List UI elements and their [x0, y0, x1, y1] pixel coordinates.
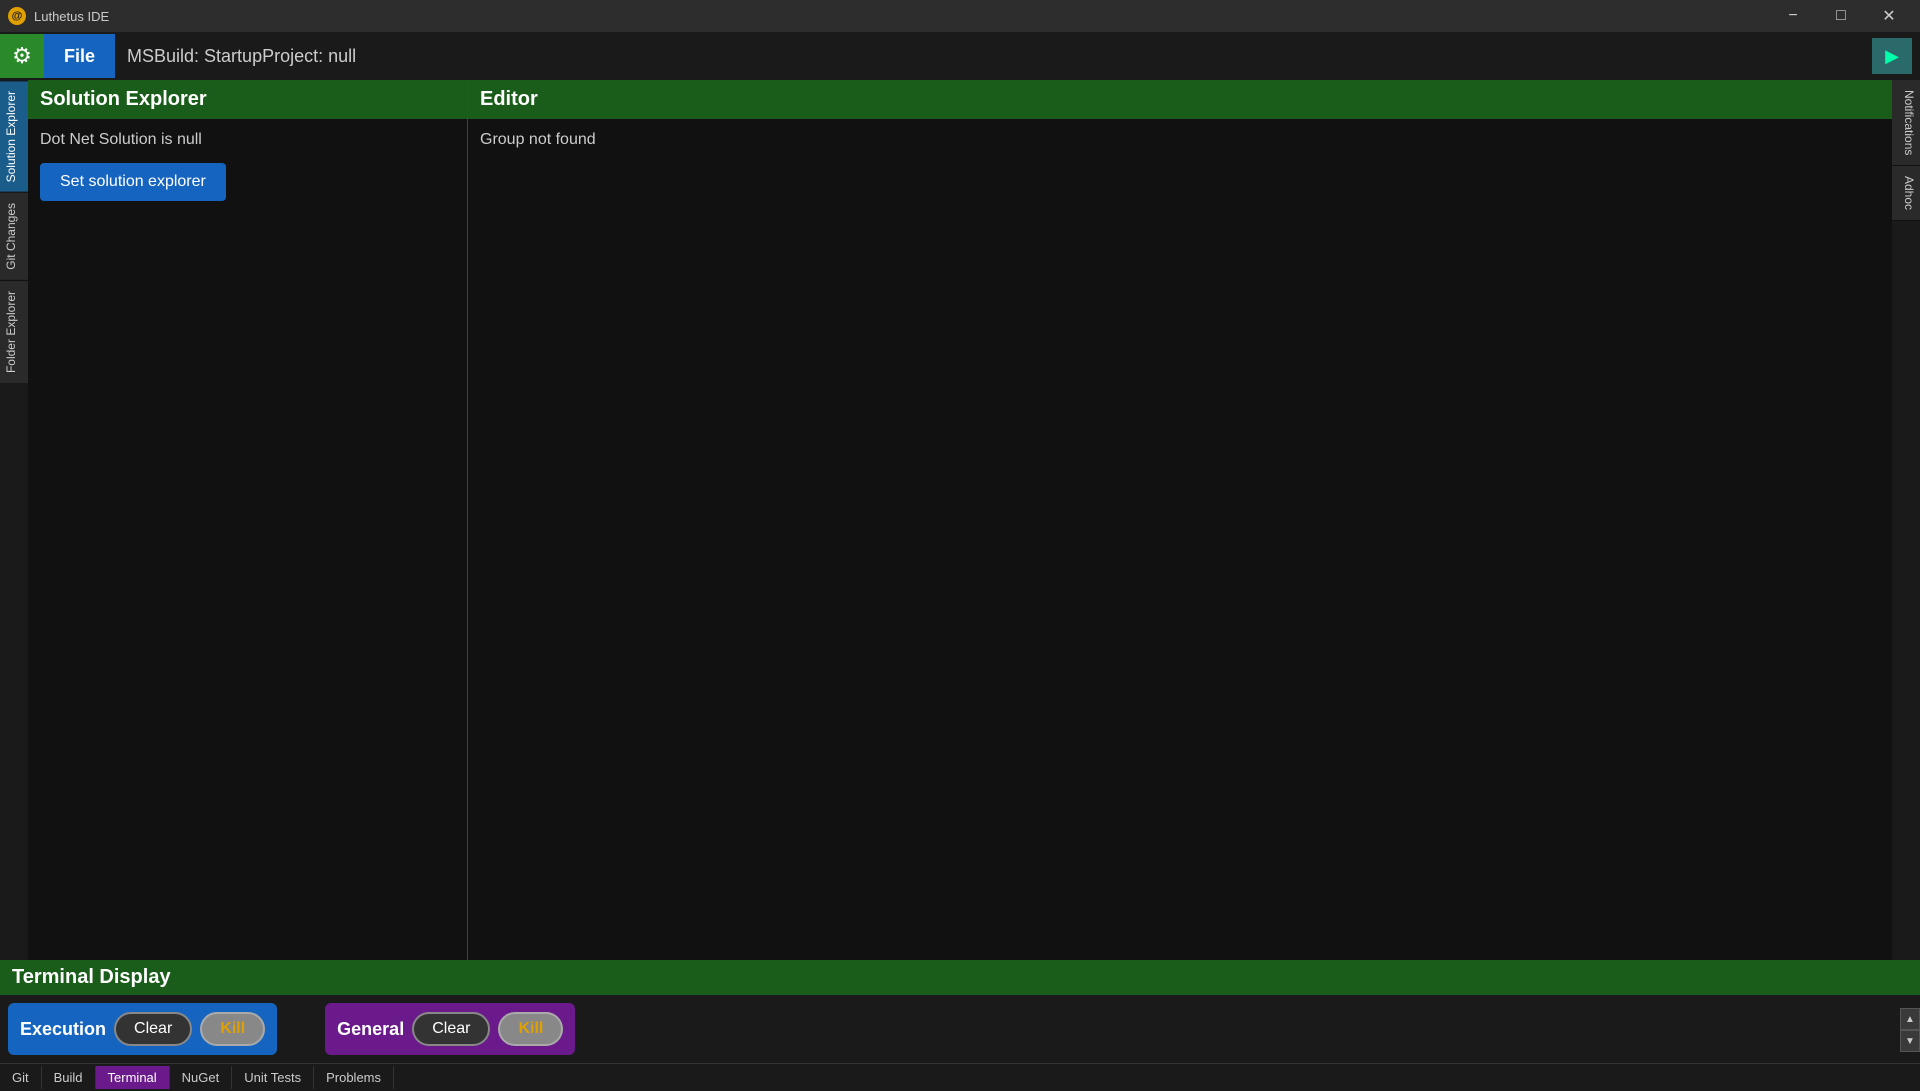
- menu-bar: ⚙ File MSBuild: StartupProject: null ▶: [0, 32, 1920, 80]
- app-title: Luthetus IDE: [34, 9, 109, 24]
- scroll-up-icon: ▲: [1905, 1014, 1915, 1025]
- left-sidebar: Solution Explorer Git Changes Folder Exp…: [0, 80, 28, 960]
- solution-explorer-panel: Solution Explorer Dot Net Solution is nu…: [28, 80, 468, 960]
- terminal-controls: Execution Clear Kill General Clear Kill …: [0, 995, 1920, 1063]
- gear-icon: ⚙: [12, 43, 32, 69]
- title-bar: @ Luthetus IDE − □ ✕: [0, 0, 1920, 32]
- bottom-tabs: Git Build Terminal NuGet Unit Tests Prob…: [0, 1063, 1920, 1091]
- build-command-label: MSBuild: StartupProject: null: [115, 46, 1872, 67]
- general-group: General Clear Kill: [325, 1003, 575, 1055]
- sidebar-item-solution-explorer[interactable]: Solution Explorer: [0, 80, 28, 192]
- editor-content: Group not found: [468, 119, 1892, 960]
- general-kill-button[interactable]: Kill: [498, 1012, 563, 1046]
- execution-group: Execution Clear Kill: [8, 1003, 277, 1055]
- run-button[interactable]: ▶: [1872, 38, 1912, 74]
- set-solution-button[interactable]: Set solution explorer: [40, 163, 226, 201]
- tab-problems[interactable]: Problems: [314, 1066, 394, 1089]
- scroll-up-button[interactable]: ▲: [1900, 1008, 1920, 1030]
- editor-panel: Editor Group not found: [468, 80, 1892, 960]
- solution-null-text: Dot Net Solution is null: [40, 131, 455, 149]
- sidebar-item-folder-explorer[interactable]: Folder Explorer: [0, 280, 28, 383]
- right-sidebar: Notifications Adhoc: [1892, 80, 1920, 960]
- tab-nuget[interactable]: NuGet: [170, 1066, 233, 1089]
- sidebar-item-git-changes[interactable]: Git Changes: [0, 192, 28, 280]
- close-button[interactable]: ✕: [1866, 0, 1912, 32]
- tab-git[interactable]: Git: [0, 1066, 42, 1089]
- title-bar-left: @ Luthetus IDE: [8, 7, 109, 25]
- tab-unit-tests[interactable]: Unit Tests: [232, 1066, 314, 1089]
- solution-explorer-header: Solution Explorer: [28, 80, 467, 119]
- tab-build[interactable]: Build: [42, 1066, 96, 1089]
- terminal-header: Terminal Display: [0, 960, 1920, 995]
- execution-label: Execution: [20, 1019, 106, 1040]
- general-clear-button[interactable]: Clear: [412, 1012, 490, 1046]
- maximize-button[interactable]: □: [1818, 0, 1864, 32]
- settings-button[interactable]: ⚙: [0, 34, 44, 78]
- app-icon: @: [8, 7, 26, 25]
- terminal-section: Terminal Display Execution Clear Kill Ge…: [0, 960, 1920, 1080]
- editor-header: Editor: [468, 80, 1892, 119]
- sidebar-item-notifications[interactable]: Notifications: [1892, 80, 1920, 166]
- scroll-down-button[interactable]: ▼: [1900, 1030, 1920, 1052]
- minimize-button[interactable]: −: [1770, 0, 1816, 32]
- run-icon: ▶: [1885, 46, 1899, 67]
- solution-explorer-content: Dot Net Solution is null Set solution ex…: [28, 119, 467, 960]
- general-label: General: [337, 1019, 404, 1040]
- execution-clear-button[interactable]: Clear: [114, 1012, 192, 1046]
- sidebar-item-adhoc[interactable]: Adhoc: [1892, 166, 1920, 221]
- main-layout: Solution Explorer Git Changes Folder Exp…: [0, 80, 1920, 960]
- file-menu-button[interactable]: File: [44, 34, 115, 78]
- editor-message: Group not found: [480, 131, 596, 148]
- tab-terminal[interactable]: Terminal: [96, 1066, 170, 1089]
- execution-kill-button[interactable]: Kill: [200, 1012, 265, 1046]
- scroll-down-icon: ▼: [1905, 1036, 1915, 1047]
- window-controls: − □ ✕: [1770, 0, 1912, 32]
